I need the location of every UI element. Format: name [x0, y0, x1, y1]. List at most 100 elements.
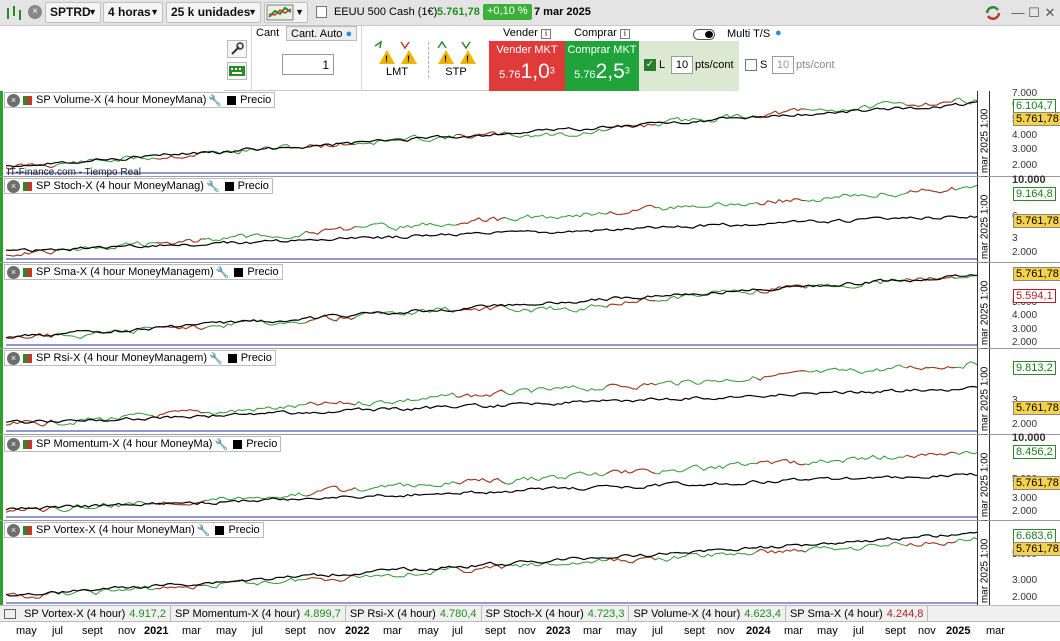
x-tick-label: nov	[518, 625, 536, 637]
x-tick-label: nov	[918, 625, 936, 637]
chart-type-icon[interactable]	[4, 4, 24, 22]
plot-area[interactable]: × SP Rsi-X (4 hour MoneyManagem) 🔧 Precio	[0, 349, 978, 434]
bottom-legend-item[interactable]: SP Vortex-X (4 hour) 4.917,2	[20, 605, 171, 622]
wrench-icon[interactable]	[227, 40, 247, 58]
panel-legend[interactable]: × SP Momentum-X (4 hour MoneyMa) 🔧 Precio	[4, 436, 282, 452]
price-curve	[6, 472, 978, 511]
date-tag-label: 3 mar 2025 1:00	[979, 108, 991, 182]
wrench-icon[interactable]: 🔧	[216, 266, 230, 279]
x-tick-label: nov	[118, 625, 136, 637]
sell-price-main: 1,0	[520, 60, 550, 83]
close-icon[interactable]: ×	[7, 351, 20, 365]
bottom-legend-item[interactable]: SP Stoch-X (4 hour) 4.723,3	[482, 605, 630, 622]
indicator-name: SP Volume-X (4 hour MoneyMana)	[36, 94, 207, 106]
price-legend-label: Precio	[240, 94, 272, 106]
info-icon: i	[619, 29, 630, 39]
bottom-legend-value: 4.723,3	[587, 607, 625, 620]
lmt-button[interactable]: !! LMT	[369, 40, 425, 84]
chart-panel[interactable]: × SP Rsi-X (4 hour MoneyManagem) 🔧 Precio 3 …	[0, 349, 1060, 440]
series-swatch	[23, 95, 32, 105]
strategy-curve	[6, 97, 978, 170]
x-tick-label: may	[16, 625, 37, 637]
chart-area[interactable]: × SP Volume-X (4 hour MoneyMana) 🔧 Precio IT…	[0, 88, 1060, 641]
panel-legend[interactable]: × SP Stoch-X (4 hour MoneyManag) 🔧 Precio	[4, 178, 273, 194]
plot-area[interactable]: × SP Volume-X (4 hour MoneyMana) 🔧 Precio IT…	[0, 91, 978, 178]
chevron-down-icon: ▼	[150, 7, 159, 17]
plot-area[interactable]: × SP Momentum-X (4 hour MoneyMa) 🔧 Precio	[0, 435, 978, 520]
bottom-legend-item[interactable]: SP Momentum-X (4 hour) 4.899,7	[171, 605, 346, 622]
y-axis: 732.0009.813,25.761,78	[990, 349, 1060, 434]
short-pts-input[interactable]: 10	[772, 56, 794, 74]
quantity-box: Cant Cant. Auto ●	[252, 26, 362, 91]
y-tick-label: 2.000	[1012, 159, 1038, 171]
short-checkbox[interactable]	[745, 59, 757, 71]
stp-button[interactable]: !! STP	[428, 40, 484, 84]
bottom-legend-strip: SP Vortex-X (4 hour) 4.917,2 SP Momentum-X…	[0, 605, 1060, 622]
refresh-icon[interactable]	[982, 3, 1004, 23]
wrench-icon[interactable]: 🔧	[214, 438, 228, 451]
date-tag: 3 mar 2025 1:00	[977, 349, 991, 440]
layout-icon[interactable]	[4, 608, 16, 619]
close-window-icon[interactable]: ✕	[1042, 5, 1058, 21]
chart-panel[interactable]: × SP Stoch-X (4 hour MoneyManag) 🔧 Precio 3 …	[0, 174, 1060, 268]
keyboard-icon[interactable]	[227, 62, 247, 80]
bottom-legend-name: SP Momentum-X (4 hour)	[175, 607, 301, 620]
indicator-name: SP Rsi-X (4 hour MoneyManagem)	[36, 352, 207, 364]
price-value-label: 5.761,78	[1013, 213, 1060, 228]
sell-market-button[interactable]: Vender i Vender MKT 5.761,03	[489, 26, 565, 91]
close-icon[interactable]: ×	[7, 265, 20, 279]
price-curve	[6, 215, 978, 253]
wrench-icon[interactable]: 🔧	[197, 524, 211, 537]
x-tick-label: sept	[485, 625, 506, 637]
close-icon[interactable]: ×	[28, 5, 42, 19]
chart-panel[interactable]: × SP Vortex-X (4 hour MoneyMan) 🔧 Precio 3 m…	[0, 521, 1060, 612]
sell-header: Vender i	[489, 26, 565, 41]
sell-mkt-label: Vender MKT	[496, 44, 558, 56]
panel-legend[interactable]: × SP Volume-X (4 hour MoneyMana) 🔧 Precio	[4, 92, 276, 108]
buy-market-button[interactable]: Comprar i Comprar MKT 5.762,53	[565, 26, 639, 91]
chart-panel[interactable]: × SP Momentum-X (4 hour MoneyMa) 🔧 Precio 3 …	[0, 432, 1060, 526]
bottom-legend-item[interactable]: SP Rsi-X (4 hour) 4.780,4	[346, 605, 482, 622]
chart-panel[interactable]: × SP Sma-X (4 hour MoneyManagem) 🔧 Precio 3 …	[0, 263, 1060, 354]
panel-legend[interactable]: × SP Sma-X (4 hour MoneyManagem) 🔧 Precio	[4, 264, 283, 280]
symbol-select[interactable]: SPTRD ▼	[45, 2, 101, 23]
chart-panel[interactable]: × SP Volume-X (4 hour MoneyMana) 🔧 Precio IT…	[0, 88, 1060, 182]
timeframe-select[interactable]: 4 horas ▼	[103, 2, 163, 23]
buy-price-main: 2,5	[595, 60, 625, 83]
y-tick-label: 4.000	[1012, 310, 1038, 322]
bottom-legend-item[interactable]: SP Sma-X (4 hour) 4.244,8	[786, 605, 929, 622]
long-pts-input[interactable]: 10	[671, 56, 693, 74]
sell-price-sup: 3	[549, 65, 555, 76]
maximize-icon[interactable]: ☐	[1026, 5, 1042, 21]
plot-area[interactable]: × SP Vortex-X (4 hour MoneyMan) 🔧 Precio	[0, 521, 978, 606]
info-icon[interactable]	[316, 6, 327, 18]
quantity-input[interactable]	[282, 54, 334, 75]
close-icon[interactable]: ×	[7, 523, 20, 537]
wrench-icon[interactable]: 🔧	[206, 180, 220, 193]
indicators-button[interactable]: ▼	[264, 2, 308, 23]
bottom-legend-item[interactable]: SP Volume-X (4 hour) 4.623,4	[629, 605, 786, 622]
wrench-icon[interactable]: 🔧	[208, 94, 222, 107]
tab-cant[interactable]: Cant	[256, 27, 279, 39]
sell-price: 5.761,03	[489, 60, 565, 84]
plot-area[interactable]: × SP Stoch-X (4 hour MoneyManag) 🔧 Precio	[0, 177, 978, 262]
y-tick-label: 2.000	[1012, 246, 1038, 258]
multi-ts-toggle[interactable]	[693, 29, 715, 40]
long-checkbox[interactable]: ✓	[644, 59, 656, 71]
minimize-icon[interactable]: —	[1010, 5, 1026, 21]
panel-legend[interactable]: × SP Vortex-X (4 hour MoneyMan) 🔧 Precio	[4, 522, 264, 538]
close-icon[interactable]: ×	[7, 93, 20, 107]
tab-cant-auto[interactable]: Cant. Auto ●	[286, 26, 358, 41]
panel-legend[interactable]: × SP Rsi-X (4 hour MoneyManagem) 🔧 Precio	[4, 350, 276, 366]
wrench-icon[interactable]: 🔧	[209, 352, 223, 365]
close-icon[interactable]: ×	[7, 179, 20, 193]
bottom-legend-value: 4.917,2	[129, 607, 166, 620]
long-pts-label: pts/cont	[695, 59, 734, 71]
date-tag-label: 3 mar 2025 1:00	[979, 280, 991, 354]
price-swatch	[227, 95, 237, 105]
trailing-stop-box: Multi T/S ● ✓ L 10 pts/cont S 10 pts/con…	[639, 26, 842, 91]
plot-area[interactable]: × SP Sma-X (4 hour MoneyManagem) 🔧 Precio	[0, 263, 978, 348]
y-axis: 10.000632.0009.164,85.761,78	[990, 174, 1060, 262]
close-icon[interactable]: ×	[7, 437, 20, 451]
units-select[interactable]: 25 k unidades ▼	[166, 2, 261, 23]
